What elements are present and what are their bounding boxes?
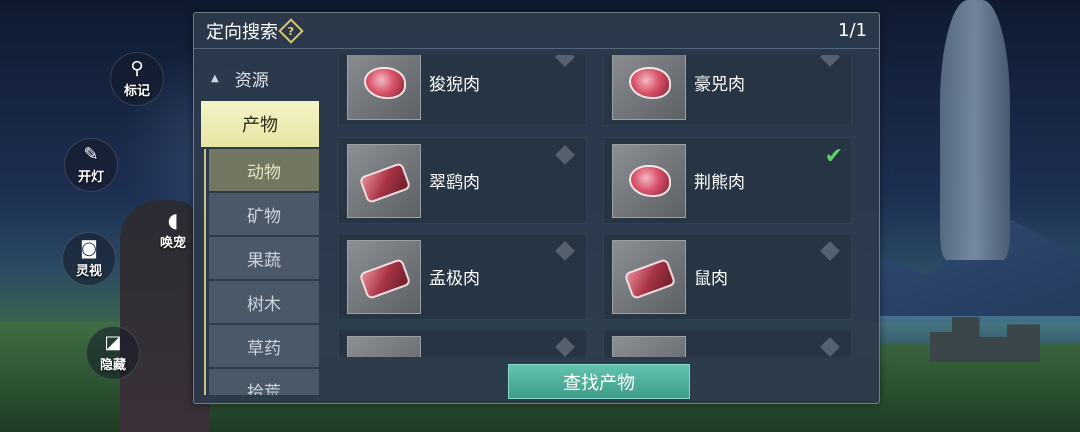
category-resources-label: 资源 <box>234 70 269 91</box>
spirit-vision-button[interactable]: ◙ 灵视 <box>62 232 116 286</box>
subcategory-trees[interactable]: 树木 <box>209 281 319 323</box>
light-button[interactable]: ✎ 开灯 <box>64 138 118 192</box>
item-card[interactable] <box>603 329 852 357</box>
mark-button[interactable]: ⚲ 标记 <box>110 52 164 106</box>
hide-button[interactable]: ◪ 隐藏 <box>86 326 140 380</box>
find-products-button[interactable]: 查找产物 <box>508 364 690 399</box>
unselected-diamond-icon <box>555 241 575 261</box>
item-card[interactable]: 豪兕肉 <box>603 55 852 126</box>
summon-pet-button[interactable]: ◖ 唤宠 <box>160 208 186 251</box>
help-icon[interactable]: ? <box>278 17 304 44</box>
meat-round-icon <box>612 144 686 218</box>
chevron-up-icon: ▲ <box>211 72 219 84</box>
category-resources[interactable]: ▲ 资源 <box>201 55 321 101</box>
meat-steak-icon <box>612 240 686 314</box>
item-icon <box>612 336 686 357</box>
item-icon <box>347 336 421 357</box>
meat-steak-icon <box>347 240 421 314</box>
subcategory-fruits-vegetables[interactable]: 果蔬 <box>209 237 319 279</box>
unselected-diamond-icon <box>555 55 575 67</box>
item-name: 鼠肉 <box>694 269 728 289</box>
meat-steak-icon <box>347 144 421 218</box>
subcategory-animals[interactable]: 动物 <box>209 149 319 191</box>
item-card[interactable]: 孟极肉 <box>338 233 587 320</box>
item-name: 豪兕肉 <box>694 75 745 95</box>
directed-search-panel: 定向搜索 ? 1/1 ▲ 资源 产物 动物 矿物 果蔬 树木 草药 拾荒 狻猊肉… <box>193 12 880 404</box>
page-indicator: 1/1 <box>838 20 867 41</box>
meat-round-icon <box>347 55 421 120</box>
spirit-vision-label: 灵视 <box>75 263 102 279</box>
item-card[interactable]: 翠鹞肉 <box>338 137 587 224</box>
item-card[interactable]: 鼠肉 <box>603 233 852 320</box>
category-sidebar: ▲ 资源 产物 动物 矿物 果蔬 树木 草药 拾荒 <box>201 55 321 395</box>
subcategory-minerals[interactable]: 矿物 <box>209 193 319 235</box>
location-pin-icon: ⚲ <box>130 57 144 79</box>
item-grid: 狻猊肉 豪兕肉 翠鹞肉 荆熊肉 ✔ 孟极肉 鼠肉 <box>338 55 852 357</box>
unselected-diamond-icon <box>555 145 575 165</box>
meat-round-icon <box>612 55 686 120</box>
check-icon: ✔ <box>824 144 843 169</box>
hide-label: 隐藏 <box>99 357 126 373</box>
item-name: 狻猊肉 <box>429 75 480 95</box>
item-card[interactable] <box>338 329 587 357</box>
whistle-icon: ◖ <box>167 208 179 232</box>
subcategory-list: 动物 矿物 果蔬 树木 草药 拾荒 <box>204 149 321 395</box>
unselected-diamond-icon <box>555 337 575 357</box>
panel-title: 定向搜索 <box>206 21 278 43</box>
subcategory-herbs[interactable]: 草药 <box>209 325 319 367</box>
tree-trunk <box>940 0 1010 260</box>
item-name: 荆熊肉 <box>694 173 745 193</box>
item-name: 翠鹞肉 <box>429 173 480 193</box>
hide-ui-icon: ◪ <box>104 331 122 353</box>
light-label: 开灯 <box>77 169 104 185</box>
unselected-diamond-icon <box>820 337 840 357</box>
camera-icon: ◙ <box>80 237 98 259</box>
torch-icon: ✎ <box>83 143 99 165</box>
summon-pet-label: 唤宠 <box>160 236 187 251</box>
subcategory-scavenge[interactable]: 拾荒 <box>209 369 319 395</box>
item-card-selected[interactable]: 荆熊肉 ✔ <box>603 137 852 224</box>
item-name: 孟极肉 <box>429 269 480 289</box>
item-card[interactable]: 狻猊肉 <box>338 55 587 126</box>
unselected-diamond-icon <box>820 241 840 261</box>
unselected-diamond-icon <box>820 55 840 67</box>
category-products[interactable]: 产物 <box>201 101 319 147</box>
panel-header: 定向搜索 ? 1/1 <box>194 13 879 49</box>
mark-label: 标记 <box>123 83 150 99</box>
